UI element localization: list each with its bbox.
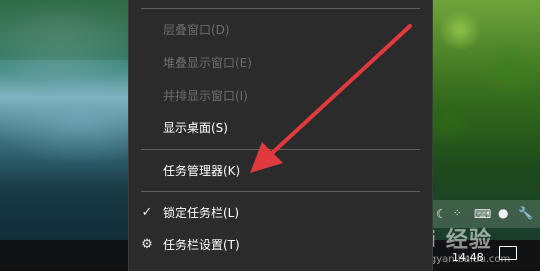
menu-item-taskbar-settings[interactable]: ⚙ 任务栏设置(T) [129,230,432,260]
taskbar-context-menu: 层叠窗口(D) 堆叠显示窗口(E) 并排显示窗口(I) 显示桌面(S) 任务管理… [128,0,433,271]
keyboard-icon[interactable]: ⌨ [474,207,491,221]
notification-icon[interactable] [499,246,517,260]
menu-item-lock-taskbar[interactable]: ✓ 锁定任务栏(L) [129,198,432,228]
menu-item-show-desktop[interactable]: 显示桌面(S) [129,113,432,143]
check-icon: ✓ [141,205,153,220]
wallpaper-trees-left [0,0,130,60]
menu-item-label: 显示桌面(S) [163,121,228,135]
menu-item-label: 任务管理器(K) [163,164,241,178]
menu-item-label: 并排显示窗口(I) [163,89,248,103]
menu-item-side-by-side[interactable]: 并排显示窗口(I) [129,81,432,111]
menu-item-cascade-windows[interactable]: 层叠窗口(D) [129,15,432,45]
moon-icon[interactable]: ☾ [436,207,447,221]
taskbar-clock[interactable]: 14:48 [452,251,484,264]
gear-icon: ⚙ [141,237,153,252]
menu-item-label: 锁定任务栏(L) [163,206,240,220]
menu-item-task-manager[interactable]: 任务管理器(K) [129,156,432,186]
wrench-icon[interactable]: 🔧 [518,206,533,220]
menu-separator [141,191,420,192]
menu-separator [141,8,420,9]
menu-item-label: 任务栏设置(T) [163,238,240,252]
menu-separator [141,149,420,150]
person-icon[interactable]: ● [498,206,508,220]
menu-item-label: 堆叠显示窗口(E) [163,56,252,70]
network-icon[interactable]: ⁘ [453,207,461,221]
menu-item-label: 层叠窗口(D) [163,23,230,37]
menu-item-stack-windows[interactable]: 堆叠显示窗口(E) [129,48,432,78]
